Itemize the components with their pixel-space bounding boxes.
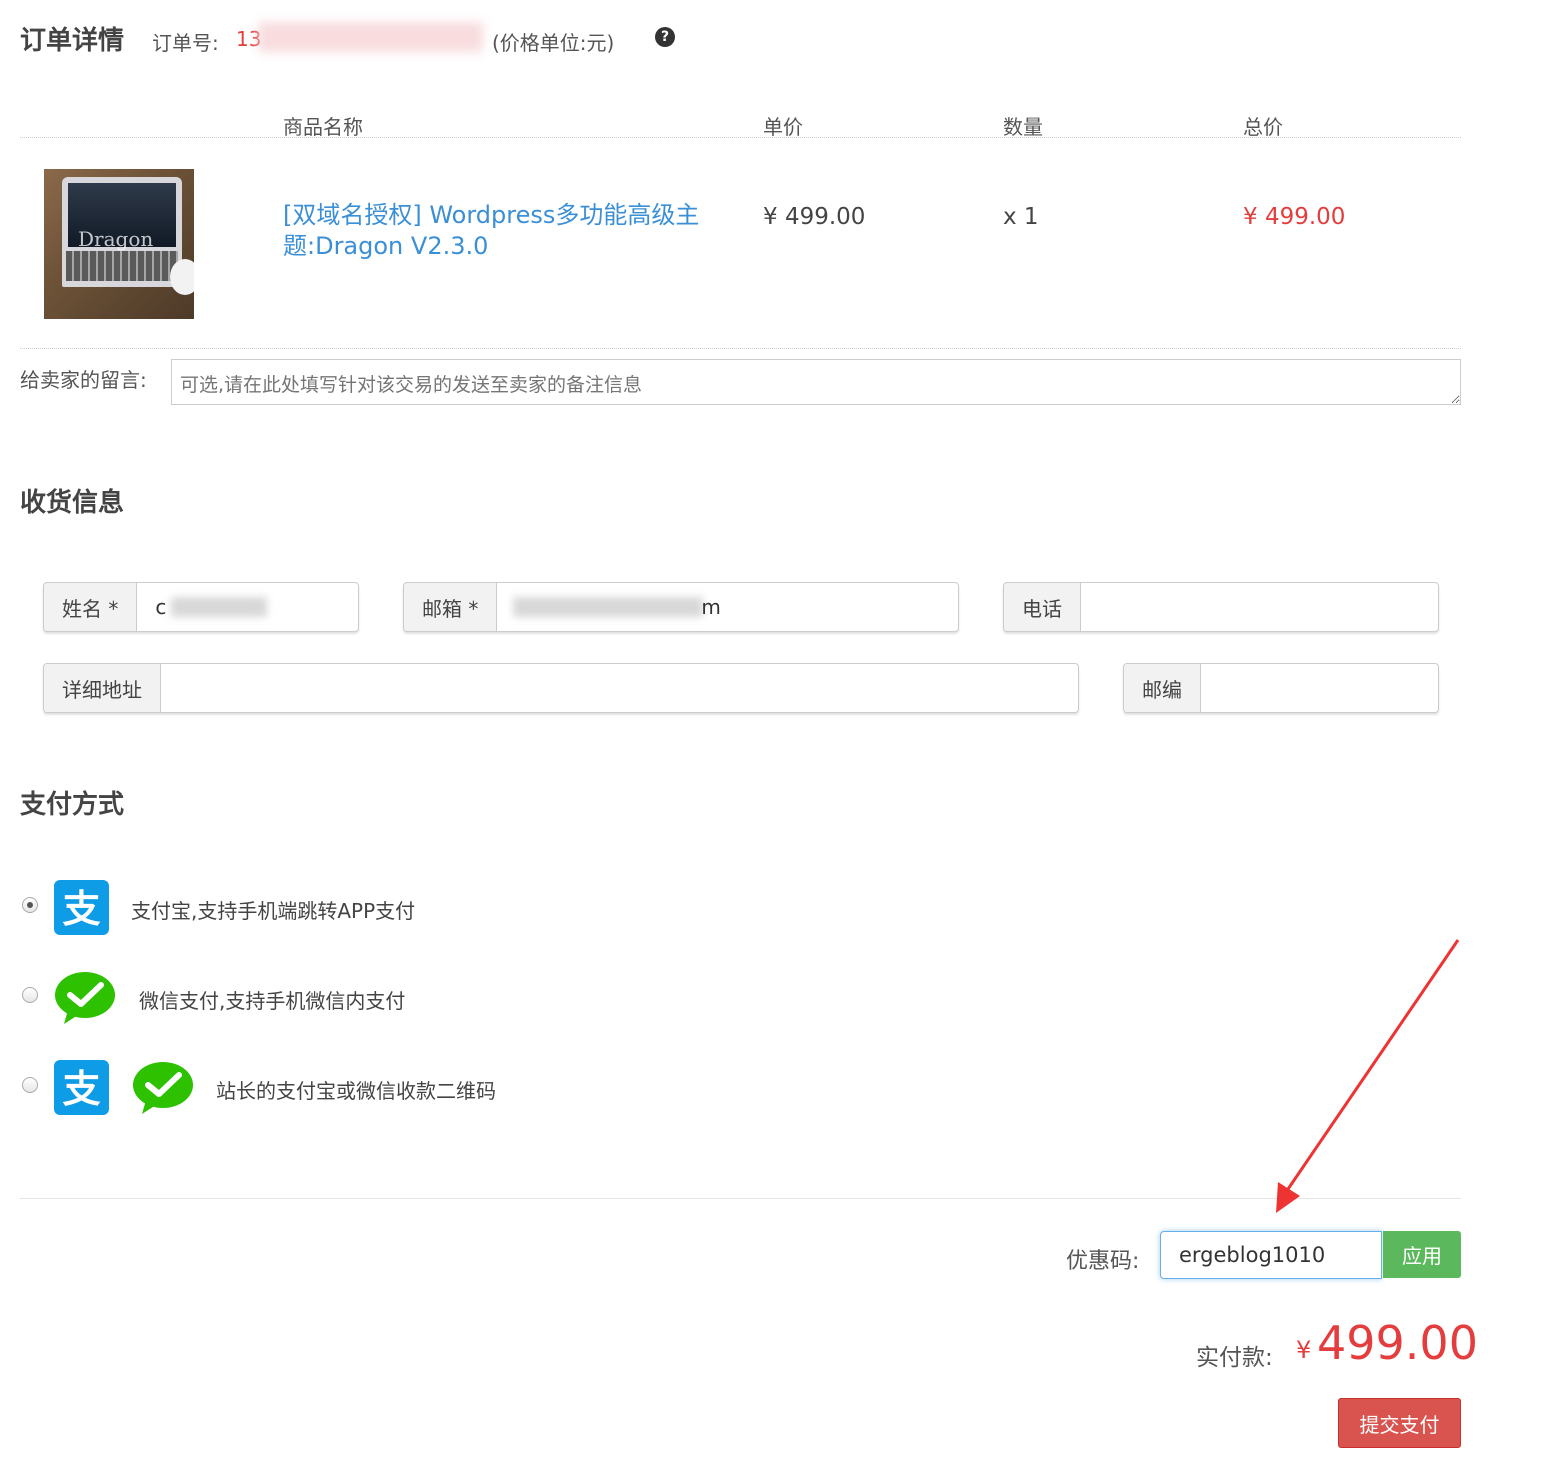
payment-radio-alipay[interactable] <box>22 897 38 913</box>
product-name-line2: 题:Dragon V2.3.0 <box>283 232 489 260</box>
name-field[interactable]: c <box>137 583 358 631</box>
product-thumbnail[interactable]: Dragon <box>44 169 194 319</box>
total-price: ¥ 499.00 <box>1243 204 1346 230</box>
alipay-icon: 支 <box>54 880 109 935</box>
zip-input-group: 邮编 <box>1123 663 1439 713</box>
alipay-icon: 支 <box>54 1060 109 1115</box>
product-name-line1: [双域名授权] Wordpress多功能高级主 <box>283 201 700 229</box>
product-name-link[interactable]: [双域名授权] Wordpress多功能高级主 题:Dragon V2.3.0 <box>283 200 699 262</box>
svg-text:支: 支 <box>62 1067 100 1111</box>
payment-radio-wechat[interactable] <box>22 987 38 1003</box>
address-field[interactable] <box>161 664 1078 712</box>
question-circle-icon[interactable]: ? <box>655 27 675 47</box>
order-number-redaction <box>258 22 483 52</box>
coupon-label: 优惠码: <box>1066 1249 1140 1274</box>
payment-option-qrcode-label: 站长的支付宝或微信收款二维码 <box>216 1079 496 1103</box>
wechat-icon <box>132 1060 194 1116</box>
email-value: m <box>701 595 721 619</box>
payable-amount: 499.00 <box>1317 1316 1478 1370</box>
email-redaction <box>513 597 704 617</box>
shipping-title: 收货信息 <box>20 488 125 518</box>
payment-radio-qrcode[interactable] <box>22 1077 38 1093</box>
name-redaction <box>171 597 268 617</box>
wechat-icon <box>54 970 116 1026</box>
order-number-label: 订单号: <box>152 31 219 55</box>
col-product-name: 商品名称 <box>283 115 363 139</box>
phone-field[interactable] <box>1081 583 1438 631</box>
payment-option-wechat-label: 微信支付,支持手机微信内支付 <box>139 989 406 1013</box>
phone-label: 电话 <box>1004 583 1081 631</box>
name-label: 姓名 * <box>44 583 138 631</box>
thumbnail-text: Dragon <box>78 227 154 251</box>
message-textarea[interactable] <box>171 359 1461 405</box>
address-input-group: 详细地址 <box>43 663 1079 713</box>
phone-input-group: 电话 <box>1003 582 1439 632</box>
col-quantity: 数量 <box>1003 115 1043 139</box>
apply-coupon-button[interactable]: 应用 <box>1383 1231 1461 1278</box>
col-total: 总价 <box>1243 115 1283 139</box>
email-label: 邮箱 * <box>404 583 498 631</box>
coupon-input[interactable] <box>1160 1231 1382 1279</box>
address-label: 详细地址 <box>44 664 161 712</box>
name-value: c <box>155 595 167 619</box>
svg-text:支: 支 <box>62 887 100 931</box>
payment-option-alipay-label: 支付宝,支持手机端跳转APP支付 <box>131 899 416 923</box>
zip-label: 邮编 <box>1124 664 1201 712</box>
email-input-group: 邮箱 * m <box>403 582 959 632</box>
annotation-arrow <box>1276 939 1460 1213</box>
table-divider <box>20 137 1461 138</box>
payable-label: 实付款: <box>1196 1345 1273 1371</box>
submit-payment-button[interactable]: 提交支付 <box>1338 1398 1461 1448</box>
name-input-group: 姓名 * c <box>43 582 359 632</box>
col-unit-price: 单价 <box>763 115 803 139</box>
summary-divider <box>20 1198 1461 1199</box>
unit-price: ¥ 499.00 <box>763 204 866 230</box>
price-unit-note: (价格单位:元) <box>492 31 615 55</box>
zip-field[interactable] <box>1201 664 1438 712</box>
message-divider <box>20 348 1461 349</box>
message-label: 给卖家的留言: <box>20 368 147 392</box>
payment-title: 支付方式 <box>20 790 125 820</box>
page-title: 订单详情 <box>20 26 125 56</box>
email-field[interactable]: m <box>497 583 958 631</box>
quantity: x 1 <box>1003 204 1039 230</box>
payable-currency: ¥ <box>1296 1336 1312 1364</box>
